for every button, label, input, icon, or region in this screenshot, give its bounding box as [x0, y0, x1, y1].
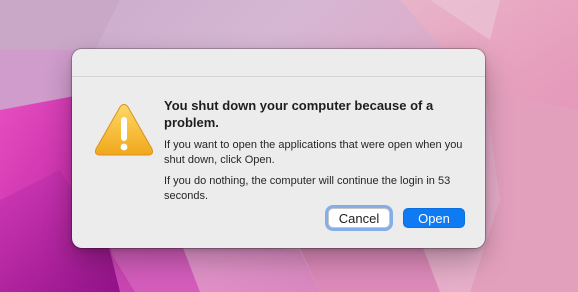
alert-message-countdown: If you do nothing, the computer will con…	[164, 175, 451, 202]
alert-message-open-apps: If you want to open the applications tha…	[164, 139, 463, 166]
alert-dialog: You shut down your computer because of a…	[72, 49, 485, 248]
dialog-titlebar	[72, 49, 485, 77]
open-button[interactable]: Open	[403, 208, 465, 228]
cancel-button[interactable]: Cancel	[328, 208, 390, 228]
warning-icon	[94, 103, 154, 157]
alert-title: You shut down your computer because of a…	[164, 98, 434, 130]
